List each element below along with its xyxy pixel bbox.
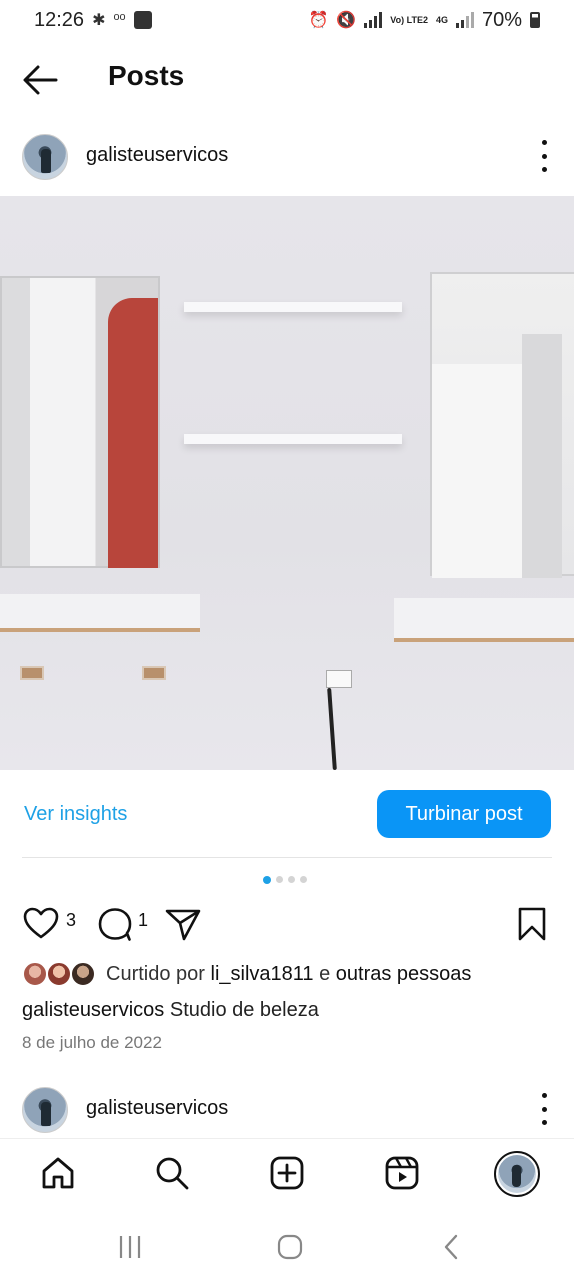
like-button[interactable]	[22, 906, 60, 945]
nav-profile-button[interactable]	[494, 1151, 540, 1197]
divider	[22, 857, 552, 858]
recent-apps-icon	[119, 1236, 141, 1258]
status-bar: 12:26 ✱ ᵒᵒ ⏰ 🔇 Vo) LTE2 4G 70%	[0, 0, 574, 40]
counter-left	[0, 594, 200, 632]
liked-by-user[interactable]: li_silva1811	[211, 963, 314, 985]
status-left: 12:26 ✱ ᵒᵒ	[34, 9, 152, 32]
reels-icon	[385, 1156, 419, 1190]
status-right: ⏰ 🔇 Vo) LTE2 4G 70%	[308, 9, 540, 32]
home-circle-icon	[277, 1234, 303, 1260]
dot	[541, 167, 547, 172]
dot	[541, 1106, 547, 1112]
liked-by-text: Curtido por li_silva1811 e outras pessoa…	[106, 963, 471, 986]
counter-right	[394, 598, 574, 642]
more-options-button[interactable]	[538, 140, 550, 172]
post-username[interactable]: galisteuservicos	[86, 144, 228, 167]
avatar[interactable]	[22, 1087, 68, 1133]
network-label: Vo) LTE2	[390, 14, 428, 25]
comment-icon	[98, 908, 132, 941]
dot	[541, 153, 547, 159]
system-nav-bar	[0, 1212, 574, 1280]
comment-button[interactable]	[96, 906, 134, 947]
mute-icon: 🔇	[336, 12, 357, 29]
mirror-reflection-door	[432, 364, 524, 578]
mirror-left	[0, 276, 160, 568]
mirror-reflection-frame	[522, 334, 562, 578]
nav-create-button[interactable]	[267, 1153, 307, 1193]
like-count: 3	[66, 910, 77, 930]
create-icon	[270, 1156, 304, 1190]
post-header: galisteuservicos	[0, 128, 574, 188]
carousel-dot	[276, 876, 283, 883]
power-socket	[326, 670, 352, 688]
shelf-bottom	[184, 434, 402, 444]
gallery-icon	[133, 11, 152, 29]
send-icon	[165, 909, 201, 941]
bookmark-icon	[518, 907, 546, 941]
back-arrow-icon	[23, 65, 58, 95]
notification-icon: ✱	[92, 12, 106, 29]
profile-avatar	[498, 1155, 536, 1193]
nav-home-button[interactable]	[38, 1153, 78, 1193]
alarm-icon: ⏰	[308, 12, 329, 29]
power-cable	[327, 688, 337, 770]
chevron-left-icon	[444, 1234, 458, 1260]
carousel-dot-active	[263, 876, 271, 884]
liker-avatar	[22, 961, 48, 987]
page-title: Posts	[108, 60, 185, 91]
status-time: 12:26	[34, 8, 85, 31]
bottom-nav	[0, 1138, 574, 1210]
search-icon	[156, 1157, 189, 1190]
liked-by-row[interactable]: Curtido por li_silva1811 e outras pessoa…	[22, 958, 562, 990]
network-type-label: 4G	[435, 14, 448, 25]
shelf-top	[184, 302, 402, 312]
battery-icon	[530, 12, 540, 28]
home-system-button[interactable]	[270, 1230, 310, 1264]
comment-count: 1	[138, 910, 149, 930]
dot	[541, 1093, 547, 1098]
post-date: 8 de julho de 2022	[22, 1033, 162, 1052]
signal-2-icon	[455, 12, 474, 28]
home-icon	[42, 1157, 74, 1189]
save-button[interactable]	[516, 906, 548, 947]
mirror-reflection	[108, 298, 158, 568]
liker-avatar	[46, 961, 72, 987]
wall-box	[142, 666, 166, 680]
post-caption: galisteuservicos Studio de beleza	[22, 999, 319, 1022]
avatar[interactable]	[22, 134, 68, 180]
share-button[interactable]	[164, 906, 202, 947]
dot	[541, 1120, 547, 1125]
recent-apps-button[interactable]	[110, 1230, 150, 1264]
signal-icon	[364, 12, 383, 28]
carousel-dot	[300, 876, 307, 883]
more-options-button[interactable]	[538, 1093, 550, 1125]
back-system-button[interactable]	[432, 1230, 472, 1264]
liked-by-connector: e	[319, 962, 331, 985]
liker-avatars	[22, 959, 98, 989]
liked-by-prefix: Curtido por	[106, 962, 205, 985]
next-post-username[interactable]: galisteuservicos	[86, 1097, 228, 1120]
back-button[interactable]	[20, 62, 64, 98]
nav-reels-button[interactable]	[382, 1153, 422, 1193]
voicemail-icon: ᵒᵒ	[113, 11, 126, 28]
liked-by-others[interactable]: outras pessoas	[336, 963, 472, 985]
nav-search-button[interactable]	[152, 1153, 192, 1193]
post-image[interactable]	[0, 196, 574, 770]
carousel-indicator	[263, 876, 307, 884]
heart-icon	[23, 907, 59, 939]
dot	[541, 140, 547, 145]
battery-percent: 70%	[481, 8, 522, 31]
header: Posts	[0, 50, 574, 110]
wall-box	[20, 666, 44, 680]
post-actions: 3 1	[0, 900, 574, 946]
caption-username[interactable]: galisteuservicos	[22, 999, 164, 1021]
mirror-right	[430, 272, 574, 578]
view-insights-link[interactable]: Ver insights	[24, 803, 127, 826]
boost-post-button[interactable]: Turbinar post	[377, 790, 551, 838]
caption-text: Studio de beleza	[169, 999, 319, 1021]
liker-avatar	[70, 961, 96, 987]
carousel-dot	[288, 876, 295, 883]
next-post-header: galisteuservicos	[0, 1081, 574, 1141]
